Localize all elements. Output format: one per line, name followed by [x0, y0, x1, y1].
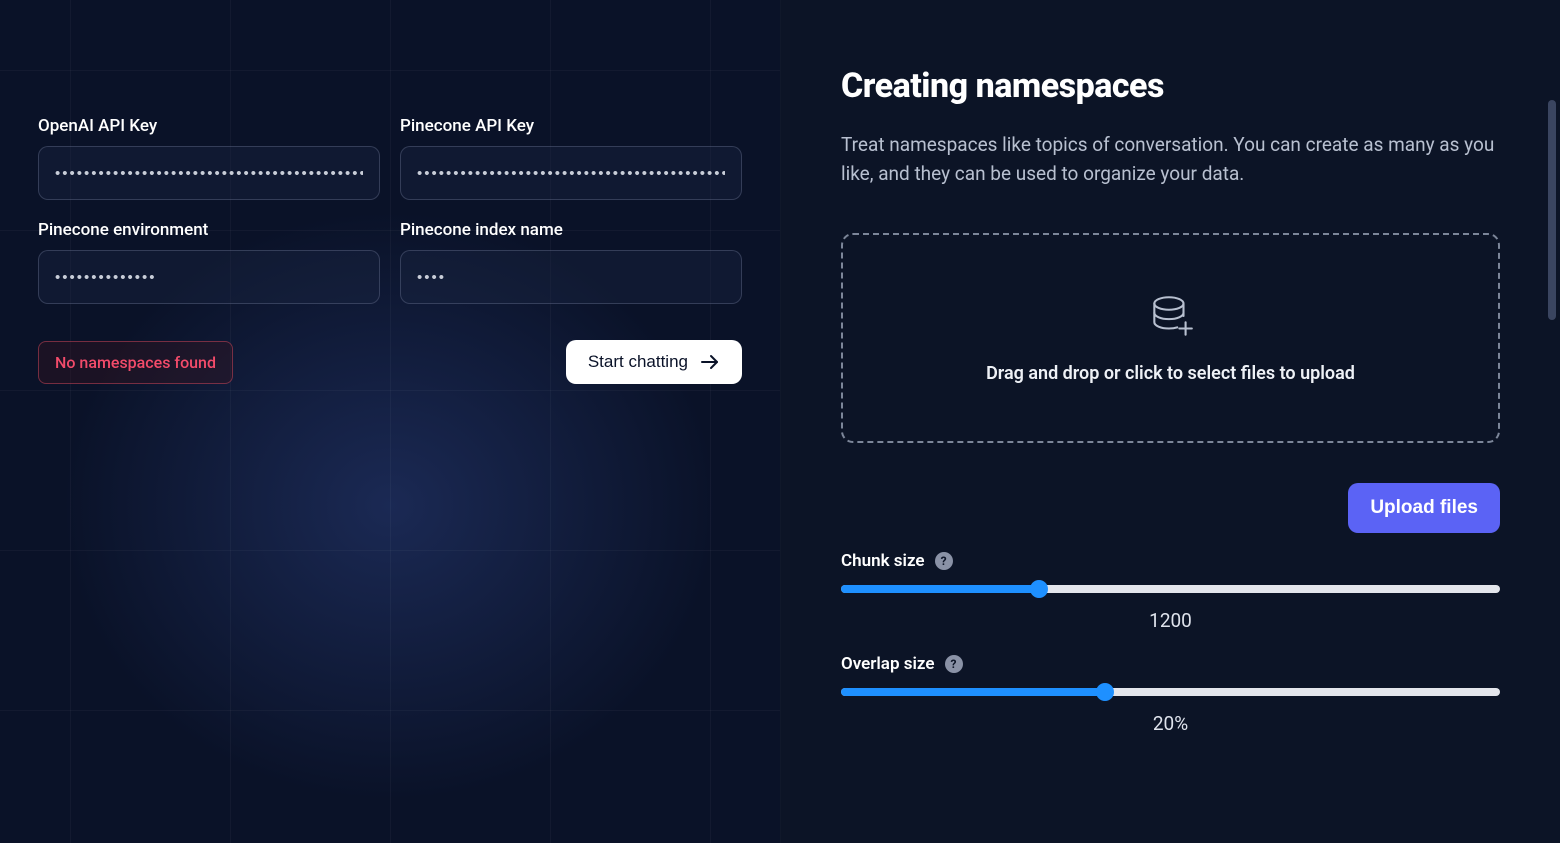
start-chatting-button[interactable]: Start chatting [566, 340, 742, 384]
help-icon[interactable]: ? [945, 655, 963, 673]
chunk-size-label-row: Chunk size ? [841, 551, 1500, 571]
chunk-size-label: Chunk size [841, 551, 925, 571]
openai-key-label: OpenAI API Key [38, 116, 380, 136]
slider-thumb[interactable] [1030, 580, 1048, 598]
pinecone-index-label: Pinecone index name [400, 220, 742, 240]
help-icon[interactable]: ? [935, 552, 953, 570]
overlap-size-label-row: Overlap size ? [841, 654, 1500, 674]
openai-key-input[interactable] [38, 146, 380, 200]
field-pinecone-index: Pinecone index name [400, 220, 742, 304]
chunk-size-group: Chunk size ? 1200 [841, 551, 1500, 632]
field-pinecone-env: Pinecone environment [38, 220, 380, 304]
app-root: OpenAI API Key Pinecone API Key Pinecone… [0, 0, 1560, 843]
pinecone-key-label: Pinecone API Key [400, 116, 742, 136]
file-dropzone[interactable]: Drag and drop or click to select files t… [841, 233, 1500, 443]
page-title: Creating namespaces [841, 66, 1500, 106]
namespace-panel: Creating namespaces Treat namespaces lik… [780, 0, 1560, 843]
chunk-size-value: 1200 [841, 609, 1500, 632]
pinecone-env-label: Pinecone environment [38, 220, 380, 240]
credentials-form: OpenAI API Key Pinecone API Key Pinecone… [38, 116, 742, 304]
action-row: No namespaces found Start chatting [38, 340, 742, 384]
slider-thumb[interactable] [1096, 683, 1114, 701]
database-add-icon [1146, 291, 1196, 345]
dropzone-text: Drag and drop or click to select files t… [986, 363, 1355, 384]
config-panel: OpenAI API Key Pinecone API Key Pinecone… [0, 0, 780, 843]
arrow-right-icon [700, 354, 720, 370]
overlap-size-label: Overlap size [841, 654, 935, 674]
overlap-size-group: Overlap size ? 20% [841, 654, 1500, 735]
field-pinecone-key: Pinecone API Key [400, 116, 742, 200]
page-description: Treat namespaces like topics of conversa… [841, 130, 1500, 189]
upload-files-button[interactable]: Upload files [1348, 483, 1500, 533]
pinecone-key-input[interactable] [400, 146, 742, 200]
upload-row: Upload files [841, 483, 1500, 533]
slider-fill [841, 585, 1039, 593]
namespaces-error-badge: No namespaces found [38, 341, 233, 384]
scrollbar[interactable] [1548, 100, 1556, 320]
start-chatting-label: Start chatting [588, 352, 688, 372]
pinecone-index-input[interactable] [400, 250, 742, 304]
field-openai-key: OpenAI API Key [38, 116, 380, 200]
slider-fill [841, 688, 1105, 696]
overlap-size-value: 20% [841, 712, 1500, 735]
chunk-size-slider[interactable] [841, 581, 1500, 597]
overlap-size-slider[interactable] [841, 684, 1500, 700]
pinecone-env-input[interactable] [38, 250, 380, 304]
